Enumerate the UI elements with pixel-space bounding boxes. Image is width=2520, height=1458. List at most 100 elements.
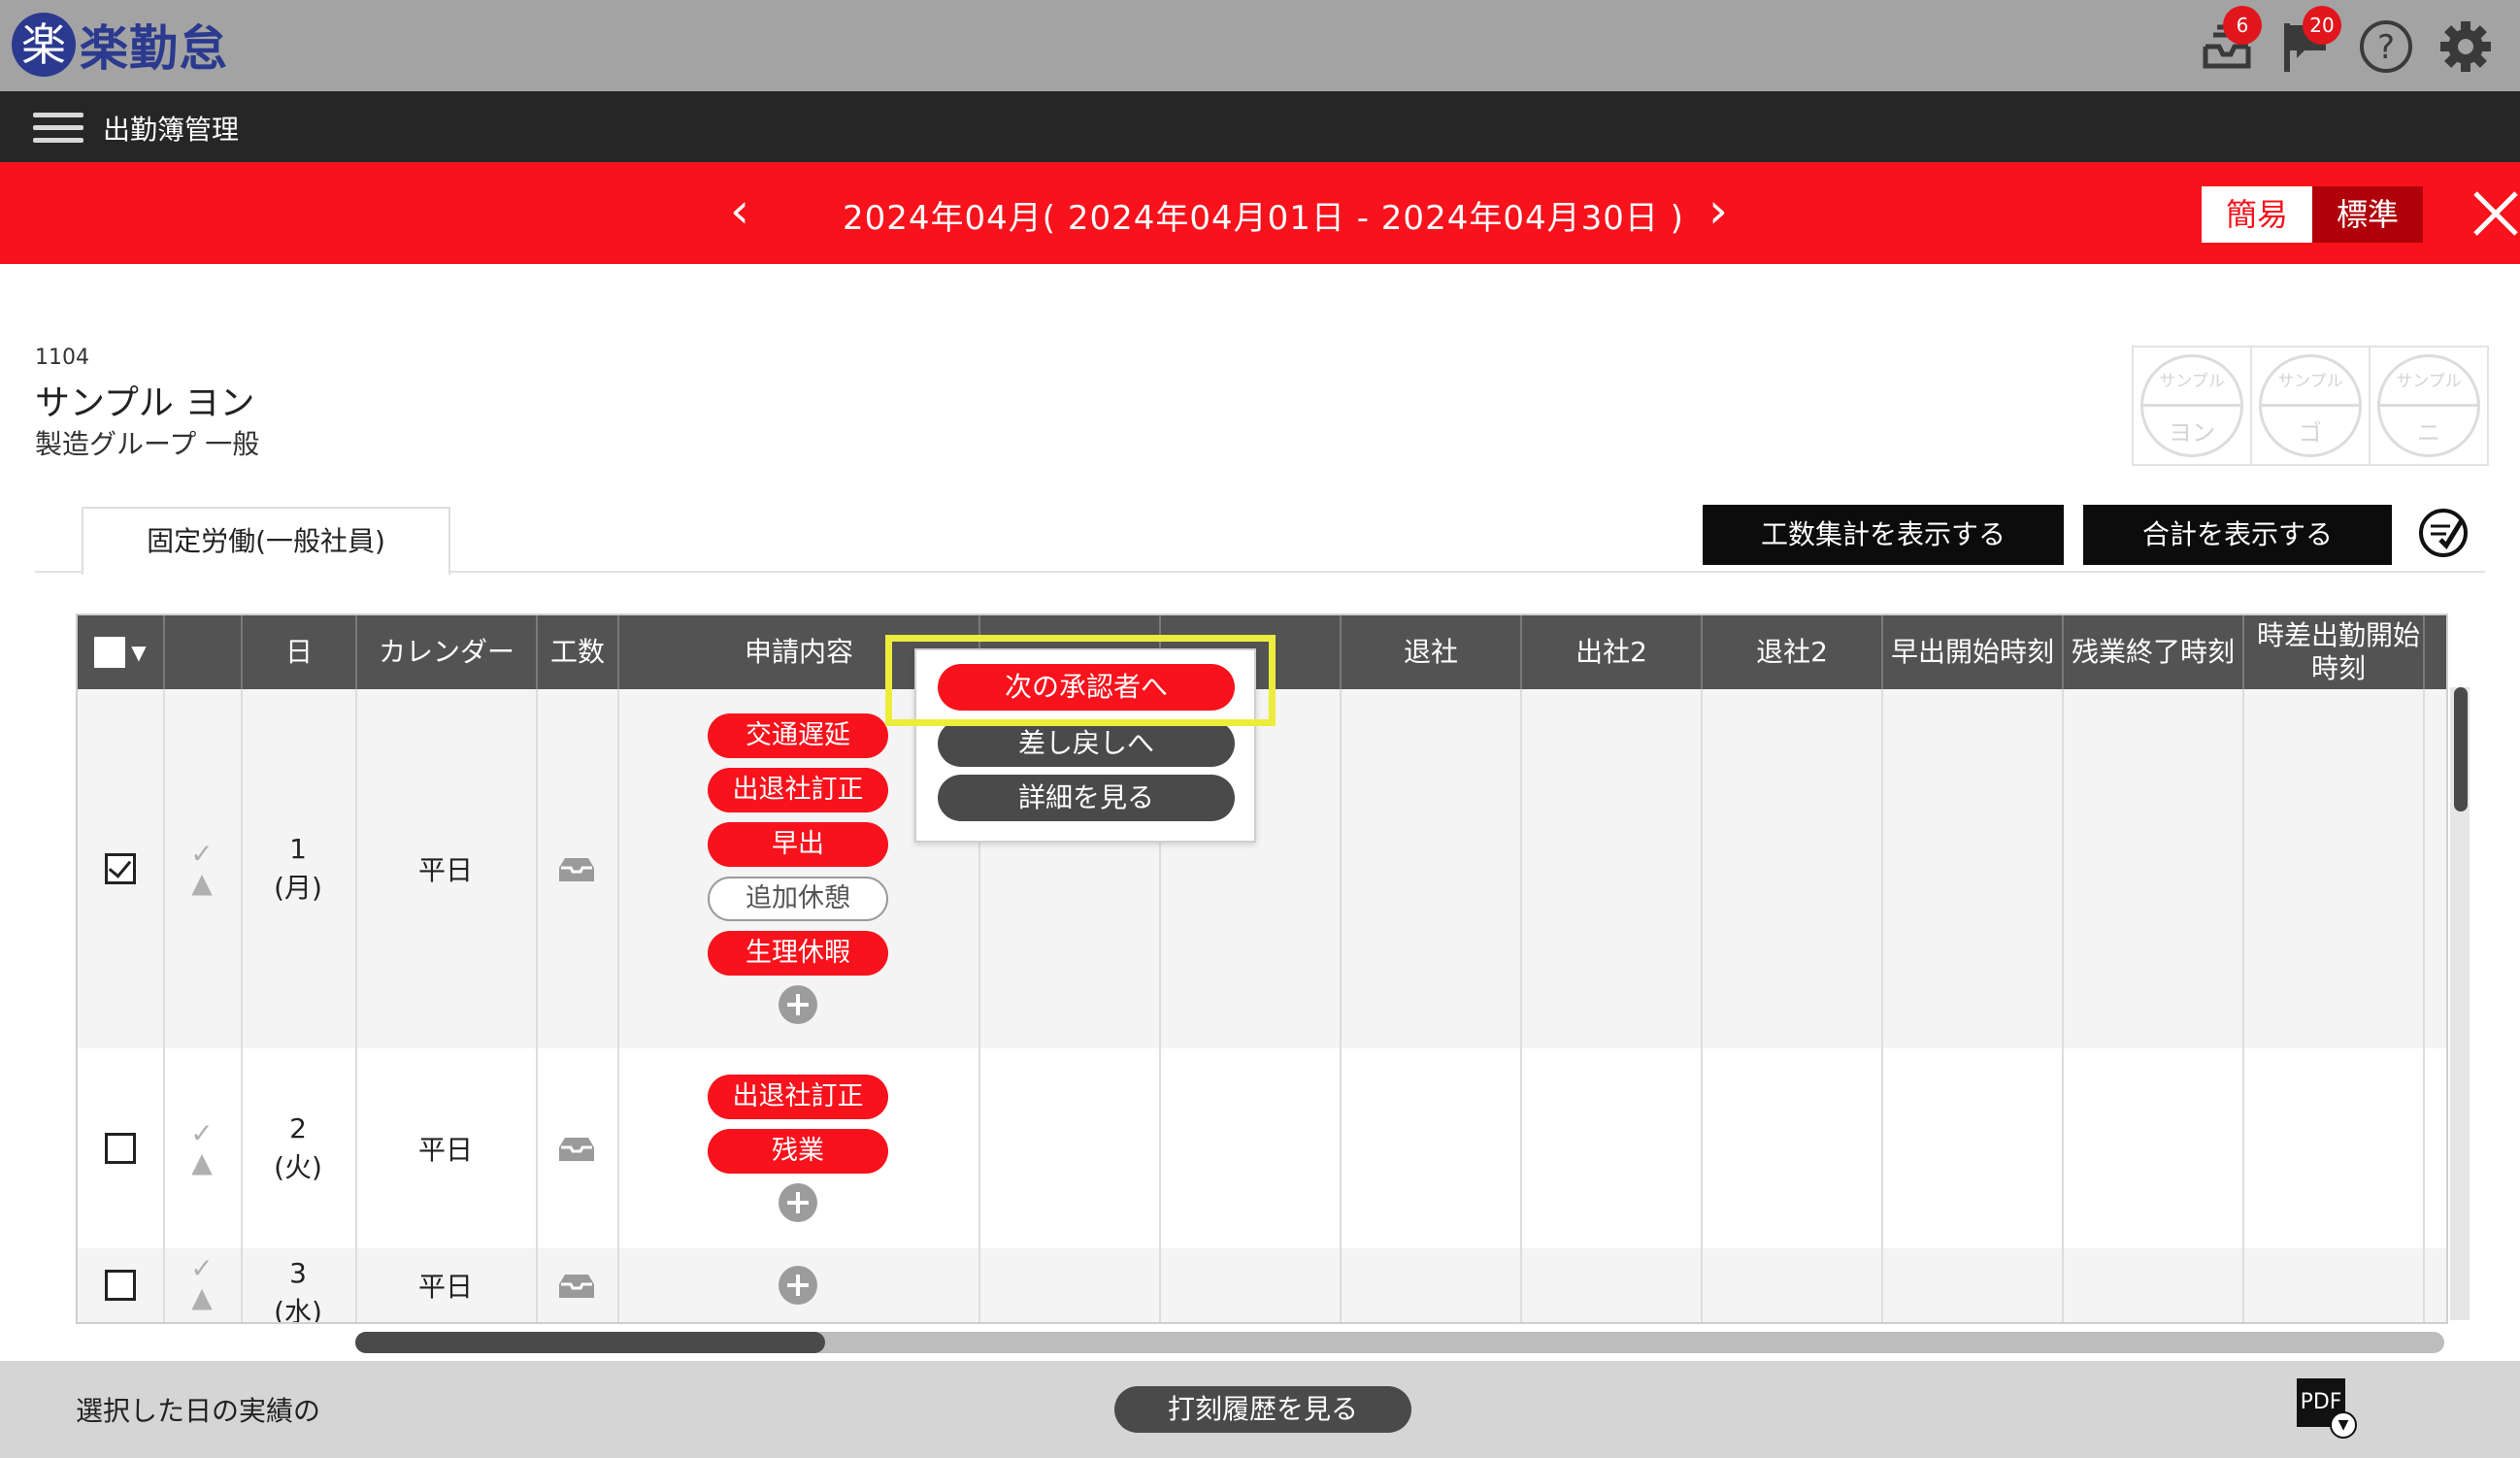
tab-fixed-labor[interactable]: 固定労働(一般社員) <box>82 507 450 575</box>
footer-bar: 選択した日の実績の 打刻履歴を見る PDF ▼ <box>0 1361 2520 1458</box>
top-bar: 楽 楽勤怠 6 20 ? <box>0 0 2520 91</box>
approval-stamp: サンプル ヨン <box>2140 354 2243 457</box>
row-checkbox-cell <box>78 689 163 1048</box>
table-row[interactable]: ✓ ▲ 3 (水) 平日 <box>78 1248 2446 1322</box>
header-staggered-start: 時差出勤開始時刻 <box>2244 615 2425 689</box>
request-pill[interactable]: 残業 <box>708 1129 888 1174</box>
horizontal-scroll-thumb[interactable] <box>355 1332 825 1353</box>
calendar-cell: 平日 <box>417 1271 473 1303</box>
notification-badge: 6 <box>2223 6 2262 45</box>
help-icon[interactable]: ? <box>2357 17 2415 76</box>
kousuu-cell <box>536 1048 617 1248</box>
stamp-top-text: サンプル <box>2277 372 2343 391</box>
table-row[interactable]: ✓ ▲ 2 (火) 平日 出退社訂正 残業 <box>78 1048 2446 1248</box>
send-back-button[interactable]: 差し戻しへ <box>938 720 1235 767</box>
request-pill[interactable]: 出退社訂正 <box>708 1075 888 1119</box>
chevron-down-icon[interactable]: ▼ <box>131 636 146 669</box>
header-kousuu: 工数 <box>538 615 619 689</box>
flag-badge: 20 <box>2303 6 2341 45</box>
header-spacer <box>2425 615 2446 689</box>
vertical-scroll-thumb[interactable] <box>2454 687 2468 812</box>
nav-bar: 出勤簿管理 <box>0 91 2520 162</box>
select-all-checkbox[interactable] <box>94 637 126 668</box>
day-number: 3 <box>289 1257 307 1289</box>
show-total-button[interactable]: 合計を表示する <box>2083 505 2392 565</box>
add-request-icon[interactable] <box>779 985 817 1024</box>
status-header <box>165 615 243 689</box>
request-cell <box>617 1248 978 1322</box>
day-cell: 2 (火) <box>241 1048 355 1248</box>
request-pill[interactable]: 出退社訂正 <box>708 768 888 812</box>
gear-icon[interactable] <box>2437 17 2495 76</box>
day-cell: 3 (水) <box>241 1248 355 1322</box>
day-cell: 1 (月) <box>241 689 355 1048</box>
stamp-top-text: サンプル <box>2159 372 2225 391</box>
header-calendar: カレンダー <box>357 615 538 689</box>
footer-label: 選択した日の実績の <box>76 1395 321 1427</box>
view-detail-button[interactable]: 詳細を見る <box>938 775 1235 821</box>
day-number: 2 <box>289 1112 307 1144</box>
punch-history-button[interactable]: 打刻履歴を見る <box>1114 1386 1411 1433</box>
approval-stamp: サンプル ゴ <box>2259 354 2362 457</box>
request-pill[interactable]: 交通遅延 <box>708 713 888 758</box>
request-cell: 出退社訂正 残業 <box>617 1048 978 1248</box>
mode-standard-button[interactable]: 標準 <box>2312 186 2423 243</box>
close-icon[interactable] <box>2473 191 2518 236</box>
approved-check-icon: ✓ <box>190 1117 214 1149</box>
row-checkbox[interactable] <box>105 853 136 884</box>
request-pill[interactable]: 生理休暇 <box>708 931 888 976</box>
mode-simple-button[interactable]: 簡易 <box>2202 186 2312 243</box>
add-request-icon[interactable] <box>779 1266 817 1305</box>
approved-check-icon: ✓ <box>190 838 214 870</box>
employee-id: 1104 <box>35 346 89 370</box>
row-checkbox-cell <box>78 1048 163 1248</box>
stamp-bottom-text: ニ <box>2417 419 2440 447</box>
header-arrive2: 出社2 <box>1522 615 1703 689</box>
tray-icon[interactable] <box>557 1271 596 1300</box>
status-cell: ✓ ▲ <box>163 689 241 1048</box>
table-row[interactable]: ✓ ▲ 1 (月) 平日 交通遅延 出退社訂正 早出 追加休憩 生理休暇 <box>78 689 2446 1048</box>
approval-stamp: サンプル ニ <box>2377 354 2480 457</box>
tray-icon[interactable] <box>557 854 596 883</box>
check-circle-icon[interactable] <box>2417 507 2470 559</box>
flag-icon[interactable]: 20 <box>2277 6 2341 76</box>
period-label: 2024年04月( 2024年04月01日 - 2024年04月30日 ) <box>843 199 1684 238</box>
weekday: (火) <box>274 1151 322 1183</box>
approval-stamps: サンプル ヨン サンプル ゴ サンプル ニ <box>2132 346 2489 466</box>
inbox-icon[interactable]: 6 <box>2198 6 2262 76</box>
next-month-button[interactable]: › <box>1708 182 1728 240</box>
row-checkbox-cell <box>78 1248 163 1322</box>
pdf-icon[interactable]: PDF ▼ <box>2297 1378 2359 1439</box>
app-logo[interactable]: 楽 楽勤怠 <box>12 10 228 80</box>
header-leave2: 退社2 <box>1703 615 1883 689</box>
employee-name: サンプル ヨン <box>35 383 255 423</box>
show-kousuu-button[interactable]: 工数集計を表示する <box>1703 505 2064 565</box>
request-pill[interactable]: 追加休憩 <box>708 877 888 921</box>
warning-icon: ▲ <box>191 1146 213 1178</box>
stamp-cell: サンプル ゴ <box>2252 348 2371 464</box>
select-all-header[interactable]: ▼ <box>78 615 165 689</box>
tray-icon[interactable] <box>557 1134 596 1163</box>
view-mode-switch: 簡易 標準 <box>2202 186 2423 243</box>
header-overtime-end: 残業終了時刻 <box>2064 615 2244 689</box>
row-checkbox[interactable] <box>105 1133 136 1164</box>
warning-icon: ▲ <box>191 867 213 899</box>
kousuu-cell <box>536 689 617 1048</box>
svg-text:?: ? <box>2377 28 2395 67</box>
stamp-bottom-text: ヨン <box>2169 419 2215 447</box>
approved-check-icon: ✓ <box>190 1252 214 1284</box>
row-checkbox[interactable] <box>105 1270 136 1301</box>
request-pill[interactable]: 早出 <box>708 822 888 867</box>
kousuu-cell <box>536 1248 617 1322</box>
header-leave: 退社 <box>1342 615 1522 689</box>
page-title: 出勤簿管理 <box>103 114 240 146</box>
stamp-cell: サンプル ヨン <box>2134 348 2252 464</box>
period-bar: ‹ 2024年04月( 2024年04月01日 - 2024年04月30日 ) … <box>0 162 2520 264</box>
hamburger-icon[interactable] <box>33 113 83 146</box>
add-request-icon[interactable] <box>779 1183 817 1222</box>
status-cell: ✓ ▲ <box>163 1048 241 1248</box>
header-early-start: 早出開始時刻 <box>1883 615 2064 689</box>
header-day: 日 <box>243 615 357 689</box>
stamp-cell: サンプル ニ <box>2371 348 2487 464</box>
prev-month-button[interactable]: ‹ <box>730 182 749 240</box>
